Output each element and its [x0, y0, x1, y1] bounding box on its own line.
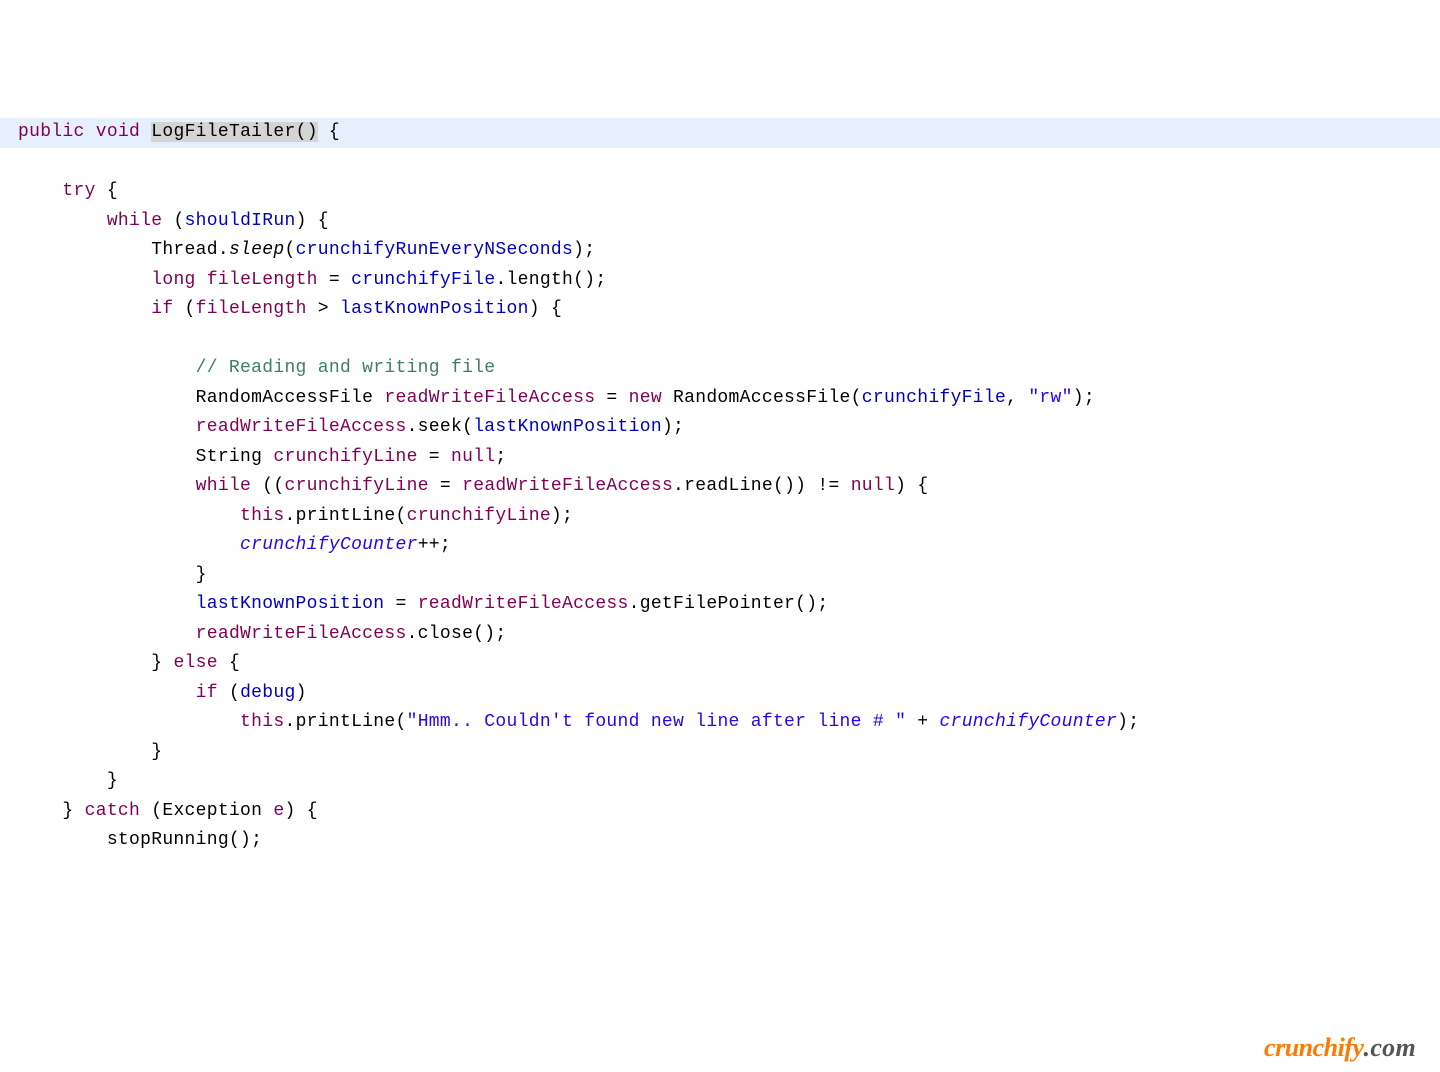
- local-crunchifyLine-2: crunchifyLine: [284, 476, 428, 496]
- code-line-5: long fileLength = crunchifyFile.length()…: [18, 270, 606, 290]
- code-line-23: } catch (Exception e) {: [18, 801, 318, 821]
- watermark-brand: crunchify: [1264, 1033, 1364, 1062]
- comment-line: // Reading and writing file: [18, 358, 495, 378]
- local-crunchifyLine-3: crunchifyLine: [407, 506, 551, 526]
- keyword-while: while: [107, 211, 163, 231]
- local-readWriteFileAccess: readWriteFileAccess: [384, 388, 595, 408]
- method-name-highlighted: LogFileTailer(: [151, 122, 306, 142]
- code-line-9: RandomAccessFile readWriteFileAccess = n…: [18, 388, 1095, 408]
- code-line-15: }: [18, 565, 207, 585]
- code-line-24: stopRunning();: [18, 830, 262, 850]
- keyword-this: this: [240, 506, 284, 526]
- code-line-16: lastKnownPosition = readWriteFileAccess.…: [18, 594, 828, 614]
- code-line-10: readWriteFileAccess.seek(lastKnownPositi…: [18, 417, 684, 437]
- code-line-20: this.printLine("Hmm.. Couldn't found new…: [18, 712, 1139, 732]
- local-crunchifyLine: crunchifyLine: [273, 447, 417, 467]
- keyword-null: null: [451, 447, 495, 467]
- keyword-if-2: if: [196, 683, 218, 703]
- code-line-12: while ((crunchifyLine = readWriteFileAcc…: [18, 476, 928, 496]
- keyword-long: long: [151, 270, 195, 290]
- field-lastKnownPosition: lastKnownPosition: [340, 299, 529, 319]
- code-line-6: if (fileLength > lastKnownPosition) {: [18, 299, 562, 319]
- local-fileLength: fileLength: [207, 270, 318, 290]
- field-lastKnownPosition-2: lastKnownPosition: [473, 417, 662, 437]
- string-msg: "Hmm.. Couldn't found new line after lin…: [407, 712, 907, 732]
- code-line-18: } else {: [18, 653, 240, 673]
- field-crunchifyFile-2: crunchifyFile: [862, 388, 1006, 408]
- code-line-21: }: [18, 742, 162, 762]
- static-method-sleep: sleep: [229, 240, 285, 260]
- field-crunchifyFile: crunchifyFile: [351, 270, 495, 290]
- param-e: e: [273, 801, 284, 821]
- keyword-while-2: while: [196, 476, 252, 496]
- string-rw: "rw": [1028, 388, 1072, 408]
- keyword-if: if: [151, 299, 173, 319]
- code-line-14: crunchifyCounter++;: [18, 535, 451, 555]
- code-line-22: }: [18, 771, 118, 791]
- field-debug: debug: [240, 683, 296, 703]
- keyword-public: public: [18, 122, 85, 142]
- local-readWriteFileAccess-2: readWriteFileAccess: [196, 417, 407, 437]
- keyword-this-2: this: [240, 712, 284, 732]
- watermark-dotcom: .com: [1364, 1033, 1416, 1062]
- keyword-catch: catch: [85, 801, 141, 821]
- local-fileLength-use: fileLength: [196, 299, 307, 319]
- code-line-2: try {: [18, 181, 118, 201]
- code-line-3: while (shouldIRun) {: [18, 211, 329, 231]
- code-line-11: String crunchifyLine = null;: [18, 447, 507, 467]
- keyword-new: new: [629, 388, 662, 408]
- field-lastKnownPosition-3: lastKnownPosition: [196, 594, 385, 614]
- watermark: crunchify.com: [1264, 1033, 1416, 1063]
- static-field-crunchifyCounter-2: crunchifyCounter: [940, 712, 1118, 732]
- local-readWriteFileAccess-3: readWriteFileAccess: [462, 476, 673, 496]
- field-shouldIRun: shouldIRun: [185, 211, 296, 231]
- code-line-4: Thread.sleep(crunchifyRunEveryNSeconds);: [18, 240, 595, 260]
- local-readWriteFileAccess-4: readWriteFileAccess: [418, 594, 629, 614]
- code-block: public void LogFileTailer() { try { whil…: [0, 118, 1440, 866]
- keyword-void: void: [96, 122, 140, 142]
- keyword-null-2: null: [851, 476, 895, 496]
- code-line-19: if (debug): [18, 683, 307, 703]
- method-name-paren: ): [307, 122, 318, 142]
- static-field-crunchifyCounter: crunchifyCounter: [240, 535, 418, 555]
- code-line-17: readWriteFileAccess.close();: [18, 624, 507, 644]
- local-readWriteFileAccess-5: readWriteFileAccess: [196, 624, 407, 644]
- code-line-1: public void LogFileTailer() {: [0, 118, 1440, 148]
- code-line-13: this.printLine(crunchifyLine);: [18, 506, 573, 526]
- field-crunchifyRunEveryNSeconds: crunchifyRunEveryNSeconds: [296, 240, 574, 260]
- keyword-else: else: [173, 653, 217, 673]
- keyword-try: try: [62, 181, 95, 201]
